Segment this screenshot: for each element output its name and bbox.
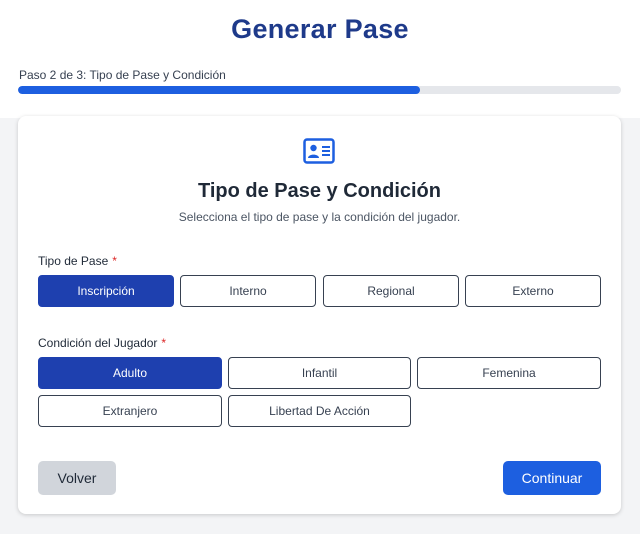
tipo_pase-option[interactable]: Externo (465, 275, 601, 307)
required-mark: * (161, 336, 167, 350)
card-subtitle: Selecciona el tipo de pase y la condició… (178, 210, 461, 224)
condicion-option[interactable]: Libertad De Acción (228, 395, 411, 427)
continue-button[interactable]: Continuar (503, 461, 601, 495)
tipo_pase-option[interactable]: Interno (180, 275, 316, 307)
required-mark: * (112, 254, 117, 268)
page-title: Generar Pase (231, 14, 409, 44)
card-title: Tipo de Pase y Condición (197, 180, 441, 202)
condicion-option[interactable]: Adulto (38, 357, 222, 389)
step-indicator: Paso 2 de 3: Tipo de Pase y Condición (19, 68, 226, 82)
condicion-option[interactable]: Infantil (228, 357, 411, 389)
page: Generar Pase Paso 2 de 3: Tipo de Pase y… (0, 0, 640, 534)
condicion-label: Condición del Jugador * (38, 336, 166, 350)
tipo-pase-label-text: Tipo de Pase (38, 254, 109, 268)
tipo_pase-option[interactable]: Regional (323, 275, 459, 307)
condicion-label-text: Condición del Jugador (38, 336, 158, 350)
condicion-option[interactable]: Femenina (417, 357, 601, 389)
progress-bar (18, 86, 621, 94)
back-button[interactable]: Volver (38, 461, 116, 495)
progress-bar-fill (18, 86, 421, 94)
tipo-pase-label: Tipo de Pase * (38, 254, 117, 268)
header: Generar Pase Paso 2 de 3: Tipo de Pase y… (0, 0, 640, 118)
tipo_pase-option[interactable]: Inscripción (38, 275, 174, 307)
id-card-icon (303, 138, 335, 164)
step-card: Tipo de Pase y Condición Selecciona el t… (18, 116, 621, 514)
condicion-option[interactable]: Extranjero (38, 395, 222, 427)
